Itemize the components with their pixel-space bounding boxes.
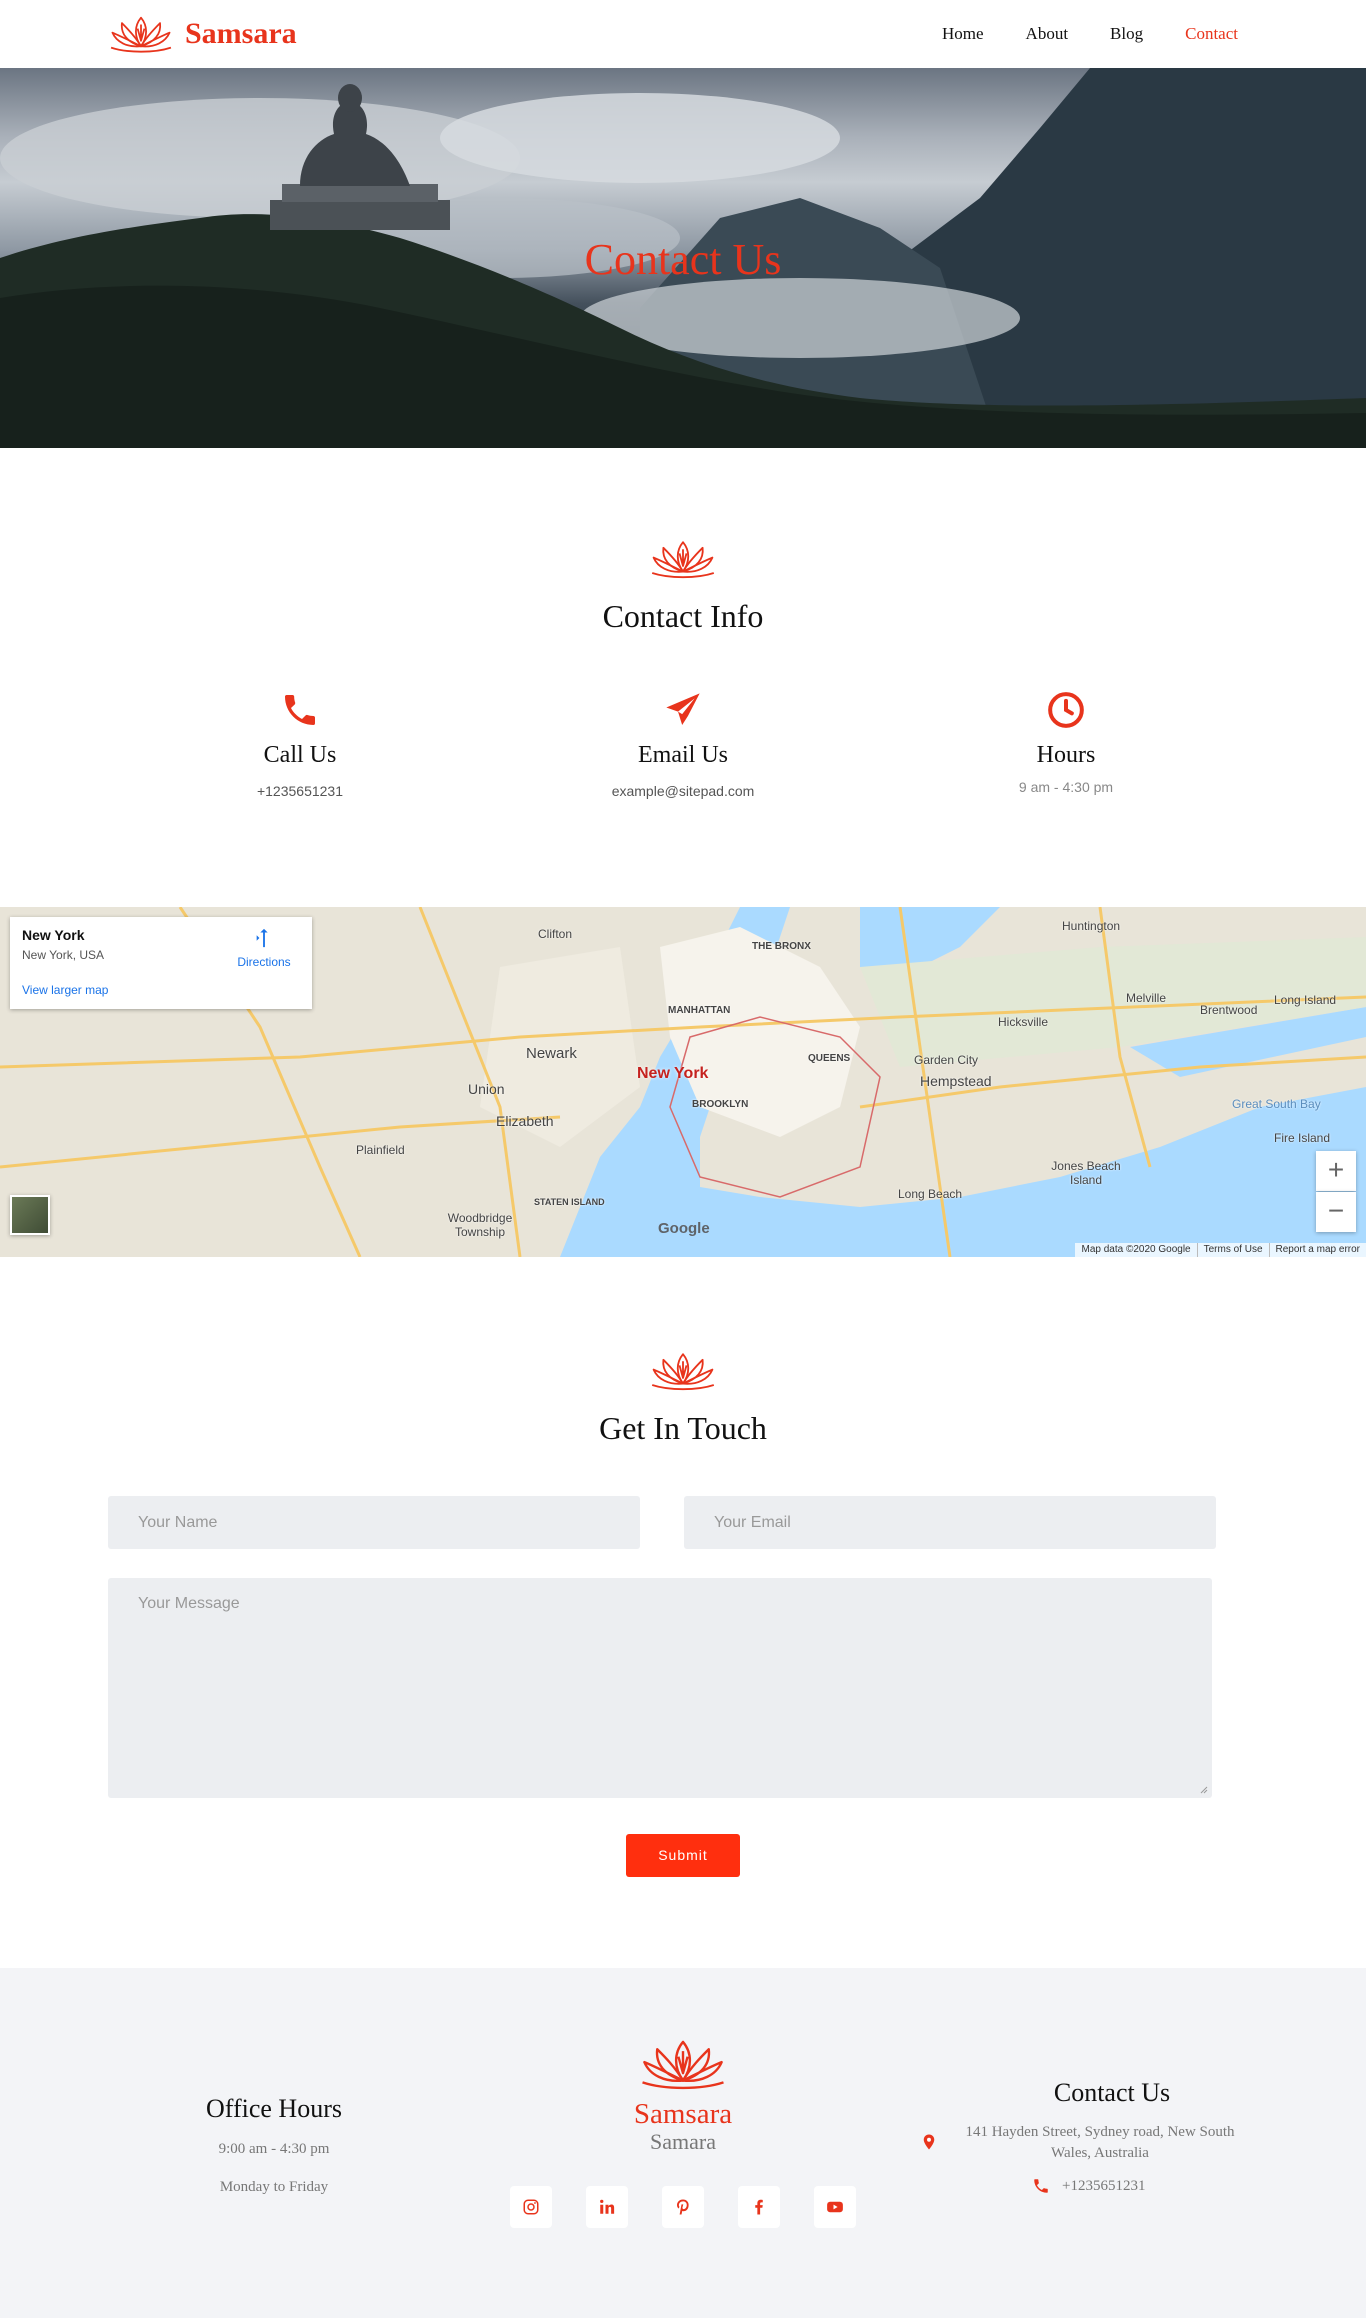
map-place-name: New York <box>22 927 85 943</box>
get-in-touch-title: Get In Touch <box>599 1410 767 1446</box>
call-us-card: Call Us +1235651231 <box>150 690 450 799</box>
pinterest-icon <box>677 2199 689 2215</box>
map-city-label: New York <box>637 1065 709 1082</box>
map-label-the-bronx: THE BRONX <box>752 941 811 952</box>
map-label-newark: Newark <box>526 1045 577 1062</box>
facebook-icon <box>755 2199 763 2215</box>
directions-label: Directions <box>237 955 291 969</box>
section-lotus-icon <box>648 1350 718 1392</box>
map-place-address: New York, USA <box>22 948 105 962</box>
office-hours-title: Office Hours <box>206 2094 342 2123</box>
paper-plane-icon <box>666 693 700 725</box>
nav-blog[interactable]: Blog <box>1110 24 1143 44</box>
name-input[interactable]: Your Name <box>108 1496 640 1549</box>
youtube-icon <box>827 2201 843 2213</box>
contact-info-title: Contact Info <box>602 598 764 634</box>
footer-brand-subtitle: Samara <box>650 2129 716 2154</box>
satellite-toggle[interactable] <box>10 1195 50 1235</box>
email-us-title: Email Us <box>638 742 728 768</box>
phone-icon <box>285 695 315 725</box>
footer-brand-name: Samsara <box>633 2098 733 2130</box>
map-label-elizabeth: Elizabeth <box>496 1113 554 1129</box>
directions-icon <box>256 928 268 948</box>
phone-icon <box>1034 2179 1048 2193</box>
footer-contact-title: Contact Us <box>1053 2078 1171 2107</box>
map-label-long-island: Long Island <box>1274 993 1337 1007</box>
map-label-queens: QUEENS <box>808 1053 851 1064</box>
map-label-great-south-bay: Great South Bay <box>1232 1097 1321 1111</box>
map-label-woodbridge: Woodbridge Township <box>447 1211 513 1239</box>
lotus-logo-icon <box>637 2036 729 2092</box>
zoom-out-button[interactable]: − <box>1316 1192 1356 1232</box>
hero-title: Contact Us <box>584 235 782 284</box>
map-label-manhattan: MANHATTAN <box>668 1005 731 1016</box>
nav-about[interactable]: About <box>1026 24 1069 44</box>
map-data-credit: Map data ©2020 Google <box>1081 1244 1191 1255</box>
site-header: Samsara Home About Blog Contact <box>0 0 1366 68</box>
pinterest-link[interactable] <box>662 2186 704 2228</box>
map-label-huntington: Huntington <box>1062 919 1121 933</box>
map-label-hicksville: Hicksville <box>998 1015 1049 1029</box>
email-input[interactable]: Your Email <box>684 1496 1216 1549</box>
linkedin-icon <box>600 2199 615 2214</box>
hero-banner: Contact Us <box>0 68 1366 448</box>
zoom-in-button[interactable]: + <box>1316 1151 1356 1191</box>
map-label-long-beach: Long Beach <box>898 1187 963 1201</box>
social-links <box>510 2186 856 2228</box>
google-logo: Google <box>658 1220 710 1237</box>
site-logo[interactable]: Samsara <box>107 12 297 56</box>
email-us-address[interactable]: example@sitepad.com <box>533 783 833 799</box>
map-label-plainfield: Plainfield <box>356 1143 405 1157</box>
hours-title: Hours <box>1036 742 1096 768</box>
instagram-icon <box>523 2199 539 2215</box>
site-footer: Office Hours 9:00 am - 4:30 pm Monday to… <box>0 1968 1366 2318</box>
map-label-melville: Melville <box>1126 991 1167 1005</box>
map-label-union: Union <box>468 1081 505 1097</box>
nav-home[interactable]: Home <box>942 24 984 44</box>
map-label-fire-island: Fire Island <box>1274 1131 1331 1145</box>
resize-handle-icon[interactable] <box>1198 1784 1208 1794</box>
view-larger-map-link[interactable]: View larger map <box>22 983 108 997</box>
map-label-hempstead: Hempstead <box>920 1073 992 1089</box>
youtube-link[interactable] <box>814 2186 856 2228</box>
linkedin-link[interactable] <box>586 2186 628 2228</box>
office-hours-time: 9:00 am - 4:30 pm <box>218 2141 330 2157</box>
submit-button[interactable]: Submit <box>626 1834 740 1877</box>
footer-brand: Samsara Samara <box>583 2036 783 2154</box>
call-us-phone[interactable]: +1235651231 <box>150 783 450 799</box>
location-pin-icon <box>923 2134 935 2150</box>
email-us-card: Email Us example@sitepad.com <box>533 690 833 799</box>
map-report-link[interactable]: Report a map error <box>1268 1243 1366 1257</box>
nav-contact[interactable]: Contact <box>1185 24 1238 44</box>
lotus-logo-icon <box>107 12 175 56</box>
section-lotus-icon <box>648 538 718 580</box>
office-hours-block: Office Hours 9:00 am - 4:30 pm Monday to… <box>154 2094 394 2200</box>
logo-text: Samsara <box>185 17 297 50</box>
office-hours-days: Monday to Friday <box>219 2179 329 2195</box>
facebook-link[interactable] <box>738 2186 780 2228</box>
map-label-staten-island: STATEN ISLAND <box>534 1197 605 1207</box>
footer-contact-block: Contact Us 141 Hayden Street, Sydney roa… <box>920 2078 1320 2196</box>
hours-card: Hours 9 am - 4:30 pm <box>916 690 1216 795</box>
main-nav: Home About Blog Contact <box>900 24 1238 44</box>
message-textarea[interactable]: Your Message <box>108 1578 1212 1798</box>
map-label-jones-beach: Jones Beach Island <box>1051 1159 1121 1187</box>
map-label-clifton: Clifton <box>538 927 573 941</box>
footer-phone[interactable]: +1235651231 <box>1062 2176 1145 2196</box>
map-label-brooklyn: BROOKLYN <box>692 1099 749 1110</box>
map-terms-link[interactable]: Terms of Use <box>1196 1243 1269 1257</box>
footer-address: 141 Hayden Street, Sydney road, New Sout… <box>965 2124 1235 2161</box>
map-label-brentwood: Brentwood <box>1200 1003 1258 1017</box>
call-us-title: Call Us <box>263 742 337 768</box>
directions-button[interactable]: Directions <box>234 927 294 969</box>
clock-icon <box>1048 692 1084 728</box>
google-map[interactable]: Clifton Newark Union Elizabeth MANHATTAN… <box>0 907 1366 1257</box>
map-label-garden-city: Garden City <box>914 1053 979 1067</box>
map-place-card: New York New York, USA View larger map D… <box>10 917 312 1009</box>
instagram-link[interactable] <box>510 2186 552 2228</box>
hours-value: 9 am - 4:30 pm <box>1018 779 1114 795</box>
map-attribution: Map data ©2020 Google Terms of Use Repor… <box>1075 1243 1366 1257</box>
